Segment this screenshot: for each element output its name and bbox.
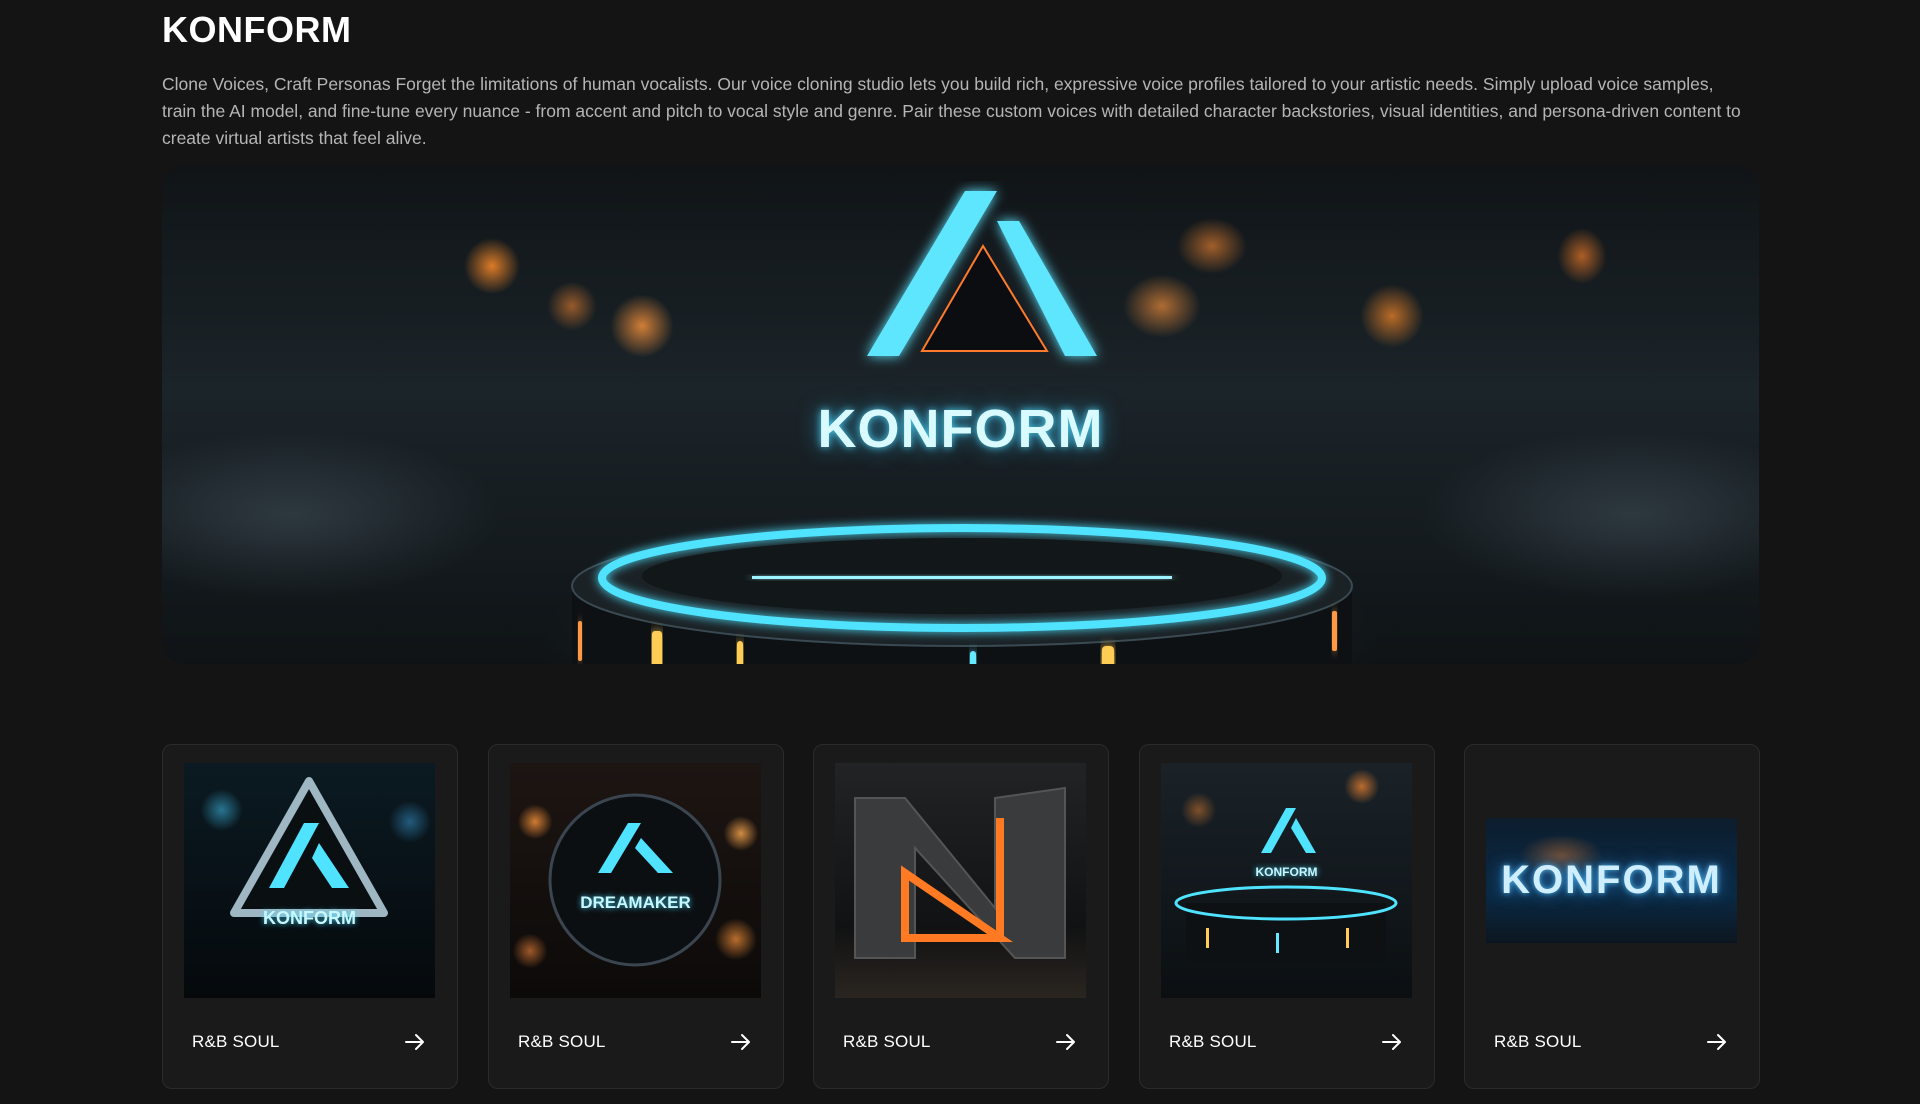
arrow-right-icon[interactable] (1380, 1030, 1404, 1054)
orb-icon (548, 793, 722, 967)
persona-card[interactable]: DREAMAKER R&B SOUL (488, 744, 784, 1089)
arrow-right-icon[interactable] (1705, 1030, 1729, 1054)
card-label: R&B SOUL (1494, 1032, 1582, 1051)
podium-graphic (1174, 885, 1398, 963)
card-thumb-text: KONFORM (1255, 865, 1318, 879)
arrow-right-icon[interactable] (1054, 1030, 1078, 1054)
konform-banner: KONFORM (1486, 818, 1737, 943)
persona-card[interactable]: KONFORM R&B SOUL (162, 744, 458, 1089)
card-thumbnail: DREAMAKER (510, 763, 761, 998)
letter-n-icon (854, 786, 1066, 959)
card-thumbnail: KONFORM (1161, 763, 1412, 998)
konform-logo-icon (1261, 808, 1316, 853)
card-thumbnail: KONFORM (184, 763, 435, 998)
card-thumb-text: KONFORM (1501, 858, 1722, 902)
arrow-right-icon[interactable] (403, 1030, 427, 1054)
card-label: R&B SOUL (843, 1032, 931, 1051)
arrow-right-icon[interactable] (729, 1030, 753, 1054)
card-label: R&B SOUL (518, 1032, 606, 1051)
hero-banner: KONFORM (162, 166, 1759, 664)
page-title: KONFORM (162, 9, 352, 50)
card-thumbnail (835, 763, 1086, 998)
page-description: Clone Voices, Craft Personas Forget the … (162, 74, 1741, 148)
persona-card[interactable]: R&B SOUL (813, 744, 1109, 1089)
card-label: R&B SOUL (1169, 1032, 1257, 1051)
persona-card[interactable]: KONFORM R&B SOUL (1139, 744, 1435, 1089)
hero-wordmark: KONFORM (817, 399, 1104, 459)
konform-logo-icon (867, 191, 1097, 356)
persona-card[interactable]: KONFORM R&B SOUL (1464, 744, 1760, 1089)
persona-card-list: KONFORM R&B SOUL DREAMAKER R&B SOUL R&B … (162, 744, 1760, 1104)
card-label: R&B SOUL (192, 1032, 280, 1051)
podium-graphic (571, 524, 1353, 664)
card-thumb-text: KONFORM (263, 908, 356, 928)
card-thumb-text: DREAMAKER (580, 893, 691, 912)
card-thumbnail: KONFORM (1486, 763, 1737, 998)
